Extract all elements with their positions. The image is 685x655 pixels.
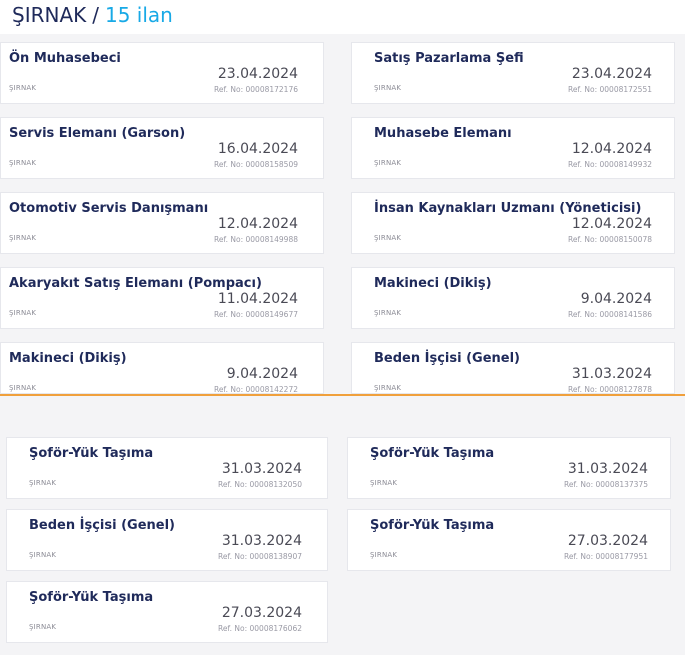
job-title[interactable]: Otomotiv Servis Danışmanı bbox=[9, 201, 208, 216]
job-title[interactable]: Beden İşçisi (Genel) bbox=[29, 518, 175, 533]
job-ref-number: Ref. No: 00008172176 bbox=[214, 85, 298, 94]
job-date: 12.04.2024 bbox=[217, 216, 298, 232]
job-date: 23.04.2024 bbox=[571, 66, 652, 82]
job-title[interactable]: Ön Muhasebeci bbox=[9, 51, 121, 66]
job-card[interactable]: Ön Muhasebeci ŞIRNAK 23.04.2024 Ref. No:… bbox=[0, 42, 324, 104]
job-title[interactable]: Şoför-Yük Taşıma bbox=[370, 446, 494, 461]
job-ref-number: Ref. No: 00008149932 bbox=[568, 160, 652, 169]
job-city: ŞIRNAK bbox=[374, 159, 402, 167]
job-card[interactable]: Beden İşçisi (Genel) ŞIRNAK 31.03.2024 R… bbox=[6, 509, 328, 571]
job-city: ŞIRNAK bbox=[374, 384, 402, 392]
job-card[interactable]: Satış Pazarlama Şefi ŞIRNAK 23.04.2024 R… bbox=[351, 42, 675, 104]
job-card[interactable]: İnsan Kaynakları Uzmanı (Yöneticisi) ŞIR… bbox=[351, 192, 675, 254]
listing-count: 15 ilan bbox=[105, 3, 173, 27]
job-city: ŞIRNAK bbox=[9, 159, 37, 167]
job-date: 31.03.2024 bbox=[567, 461, 648, 477]
job-ref-number: Ref. No: 00008132050 bbox=[218, 480, 302, 489]
job-card[interactable]: Beden İşçisi (Genel) ŞIRNAK 31.03.2024 R… bbox=[351, 342, 675, 394]
job-city: ŞIRNAK bbox=[374, 309, 402, 317]
job-city: ŞIRNAK bbox=[29, 623, 57, 631]
job-ref-number: Ref. No: 00008149988 bbox=[214, 235, 298, 244]
job-title[interactable]: İnsan Kaynakları Uzmanı (Yöneticisi) bbox=[374, 201, 641, 216]
job-date: 12.04.2024 bbox=[571, 141, 652, 157]
job-city: ŞIRNAK bbox=[9, 84, 37, 92]
job-card[interactable]: Makineci (Dikiş) ŞIRNAK 9.04.2024 Ref. N… bbox=[351, 267, 675, 329]
job-ref-number: Ref. No: 00008149677 bbox=[214, 310, 298, 319]
job-date: 12.04.2024 bbox=[571, 216, 652, 232]
job-title[interactable]: Şoför-Yük Taşıma bbox=[29, 446, 153, 461]
job-card[interactable]: Muhasebe Elemanı ŞIRNAK 12.04.2024 Ref. … bbox=[351, 117, 675, 179]
job-title[interactable]: Şoför-Yük Taşıma bbox=[370, 518, 494, 533]
job-title[interactable]: Şoför-Yük Taşıma bbox=[29, 590, 153, 605]
job-ref-number: Ref. No: 00008127878 bbox=[568, 385, 652, 394]
job-title[interactable]: Servis Elemanı (Garson) bbox=[9, 126, 185, 141]
job-title[interactable]: Muhasebe Elemanı bbox=[374, 126, 512, 141]
job-ref-number: Ref. No: 00008172551 bbox=[568, 85, 652, 94]
job-city: ŞIRNAK bbox=[9, 384, 37, 392]
job-title[interactable]: Beden İşçisi (Genel) bbox=[374, 351, 520, 366]
job-listing-page: ŞIRNAK/15 ilan Ön Muhasebeci ŞIRNAK 23.0… bbox=[0, 0, 685, 655]
job-ref-number: Ref. No: 00008138907 bbox=[218, 552, 302, 561]
job-city: ŞIRNAK bbox=[370, 479, 398, 487]
job-ref-number: Ref. No: 00008158509 bbox=[214, 160, 298, 169]
job-date: 31.03.2024 bbox=[571, 366, 652, 382]
job-card[interactable]: Şoför-Yük Taşıma ŞIRNAK 27.03.2024 Ref. … bbox=[6, 581, 328, 643]
job-date: 9.04.2024 bbox=[580, 291, 652, 307]
job-card[interactable]: Akaryakıt Satış Elemanı (Pompacı) ŞIRNAK… bbox=[0, 267, 324, 329]
job-ref-number: Ref. No: 00008177951 bbox=[564, 552, 648, 561]
spacer-band bbox=[0, 396, 685, 434]
job-card[interactable]: Makineci (Dikiş) ŞIRNAK 9.04.2024 Ref. N… bbox=[0, 342, 324, 394]
job-ref-number: Ref. No: 00008142272 bbox=[214, 385, 298, 394]
job-card[interactable]: Şoför-Yük Taşıma ŞIRNAK 31.03.2024 Ref. … bbox=[347, 437, 671, 499]
job-date: 27.03.2024 bbox=[221, 605, 302, 621]
job-card[interactable]: Şoför-Yük Taşıma ŞIRNAK 27.03.2024 Ref. … bbox=[347, 509, 671, 571]
title-separator: / bbox=[92, 3, 99, 27]
job-ref-number: Ref. No: 00008137375 bbox=[564, 480, 648, 489]
job-title[interactable]: Satış Pazarlama Şefi bbox=[374, 51, 524, 66]
job-date: 31.03.2024 bbox=[221, 461, 302, 477]
job-date: 27.03.2024 bbox=[567, 533, 648, 549]
job-date: 9.04.2024 bbox=[226, 366, 298, 382]
page-header: ŞIRNAK/15 ilan bbox=[0, 0, 685, 34]
page-title: ŞIRNAK/15 ilan bbox=[12, 1, 173, 29]
city-name: ŞIRNAK bbox=[12, 3, 87, 27]
job-card[interactable]: Otomotiv Servis Danışmanı ŞIRNAK 12.04.2… bbox=[0, 192, 324, 254]
job-date: 11.04.2024 bbox=[217, 291, 298, 307]
job-city: ŞIRNAK bbox=[374, 234, 402, 242]
job-city: ŞIRNAK bbox=[9, 309, 37, 317]
job-date: 23.04.2024 bbox=[217, 66, 298, 82]
job-title[interactable]: Makineci (Dikiş) bbox=[9, 351, 127, 366]
job-city: ŞIRNAK bbox=[29, 479, 57, 487]
job-date: 31.03.2024 bbox=[221, 533, 302, 549]
job-title[interactable]: Makineci (Dikiş) bbox=[374, 276, 492, 291]
job-card[interactable]: Servis Elemanı (Garson) ŞIRNAK 16.04.202… bbox=[0, 117, 324, 179]
job-city: ŞIRNAK bbox=[374, 84, 402, 92]
job-title[interactable]: Akaryakıt Satış Elemanı (Pompacı) bbox=[9, 276, 262, 291]
job-ref-number: Ref. No: 00008141586 bbox=[568, 310, 652, 319]
job-card[interactable]: Şoför-Yük Taşıma ŞIRNAK 31.03.2024 Ref. … bbox=[6, 437, 328, 499]
job-date: 16.04.2024 bbox=[217, 141, 298, 157]
job-city: ŞIRNAK bbox=[370, 551, 398, 559]
job-ref-number: Ref. No: 00008176062 bbox=[218, 624, 302, 633]
job-city: ŞIRNAK bbox=[9, 234, 37, 242]
job-ref-number: Ref. No: 00008150078 bbox=[568, 235, 652, 244]
job-city: ŞIRNAK bbox=[29, 551, 57, 559]
